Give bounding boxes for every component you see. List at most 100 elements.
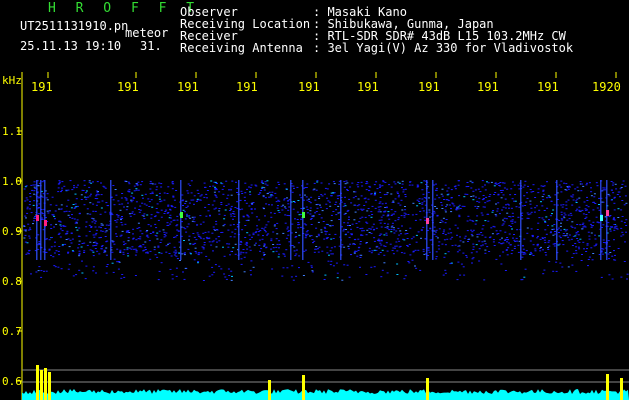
- noise-pixel: [69, 216, 71, 218]
- noise-pixel: [500, 243, 503, 245]
- noise-pixel: [119, 251, 122, 253]
- noise-pixel: [323, 226, 326, 228]
- x-tick-label: 191: [31, 80, 53, 94]
- noise-pixel: [59, 236, 62, 238]
- noise-pixel: [541, 217, 544, 219]
- noise-pixel: [499, 239, 502, 241]
- noise-pixel: [58, 232, 61, 234]
- noise-pixel: [214, 189, 217, 191]
- noise-pixel: [197, 193, 200, 194]
- noise-pixel: [212, 240, 215, 242]
- noise-pixel: [154, 215, 157, 217]
- noise-pixel: [43, 270, 45, 272]
- noise-pixel: [107, 205, 110, 207]
- noise-pixel: [129, 215, 132, 217]
- noise-pixel: [399, 230, 402, 232]
- noise-pixel: [190, 253, 192, 255]
- noise-pixel: [104, 228, 107, 229]
- noise-pixel: [186, 215, 189, 217]
- noise-pixel: [357, 186, 360, 188]
- noise-pixel: [397, 181, 400, 183]
- noise-pixel: [326, 246, 329, 248]
- noise-pixel: [130, 199, 133, 201]
- noise-pixel: [539, 250, 542, 252]
- noise-pixel: [526, 197, 529, 199]
- noise-pixel: [24, 186, 27, 188]
- noise-pixel: [587, 206, 590, 208]
- noise-pixel: [201, 246, 204, 248]
- noise-pixel: [514, 200, 517, 202]
- level-spike: [302, 375, 305, 400]
- noise-pixel: [571, 204, 574, 206]
- noise-pixel: [490, 181, 493, 183]
- noise-pixel: [293, 246, 296, 248]
- noise-pixel: [390, 215, 393, 216]
- noise-pixel: [280, 205, 283, 207]
- noise-pixel: [78, 254, 81, 256]
- noise-pixel: [447, 251, 450, 253]
- noise-pixel: [192, 199, 195, 201]
- noise-pixel: [510, 226, 512, 227]
- noise-pixel: [223, 185, 225, 187]
- noise-pixel: [393, 232, 396, 234]
- noise-pixel: [120, 222, 123, 223]
- noise-pixel: [267, 221, 270, 223]
- noise-pixel: [412, 236, 415, 238]
- noise-pixel: [197, 234, 200, 236]
- noise-pixel: [622, 180, 625, 182]
- noise-pixel: [380, 233, 383, 235]
- noise-pixel: [131, 192, 134, 194]
- noise-pixel: [345, 229, 347, 230]
- noise-pixel: [202, 238, 205, 240]
- noise-pixel: [276, 207, 279, 209]
- noise-pixel: [133, 213, 136, 215]
- noise-pixel: [476, 200, 479, 202]
- noise-pixel: [98, 253, 101, 255]
- noise-pixel: [486, 181, 488, 183]
- noise-pixel: [398, 240, 401, 242]
- noise-pixel: [68, 210, 71, 212]
- noise-pixel: [555, 261, 558, 263]
- noise-pixel: [534, 197, 537, 198]
- noise-pixel: [159, 242, 162, 243]
- noise-pixel: [172, 219, 175, 221]
- noise-pixel: [571, 257, 574, 258]
- noise-pixel: [542, 249, 544, 251]
- noise-pixel: [336, 198, 339, 200]
- noise-pixel: [613, 209, 616, 211]
- noise-pixel: [167, 204, 170, 206]
- noise-pixel: [33, 200, 36, 202]
- noise-pixel: [394, 245, 397, 247]
- noise-pixel: [122, 251, 125, 253]
- noise-pixel: [594, 203, 597, 204]
- noise-pixel: [433, 212, 436, 214]
- noise-pixel: [444, 253, 447, 255]
- noise-pixel: [155, 186, 158, 188]
- noise-pixel: [24, 200, 27, 202]
- noise-pixel: [284, 207, 287, 209]
- noise-pixel: [497, 183, 500, 185]
- noise-pixel: [28, 235, 31, 237]
- noise-pixel: [568, 239, 571, 241]
- noise-pixel: [380, 239, 383, 241]
- noise-pixel: [547, 241, 550, 243]
- noise-pixel: [128, 191, 131, 192]
- noise-pixel: [470, 252, 473, 254]
- noise-pixel: [281, 275, 284, 277]
- noise-pixel: [212, 250, 214, 252]
- noise-pixel: [560, 218, 563, 220]
- noise-pixel: [100, 207, 103, 209]
- noise-pixel: [220, 202, 223, 203]
- noise-pixel: [211, 241, 214, 243]
- noise-pixel: [88, 180, 91, 182]
- noise-pixel: [383, 254, 386, 256]
- noise-pixel: [358, 221, 361, 223]
- noise-pixel: [63, 185, 66, 187]
- noise-pixel: [244, 237, 247, 238]
- noise-pixel: [400, 215, 403, 217]
- noise-pixel: [187, 223, 190, 225]
- noise-pixel: [65, 239, 68, 240]
- noise-pixel: [162, 229, 165, 231]
- noise-pixel: [385, 193, 388, 195]
- noise-pixel: [343, 222, 346, 224]
